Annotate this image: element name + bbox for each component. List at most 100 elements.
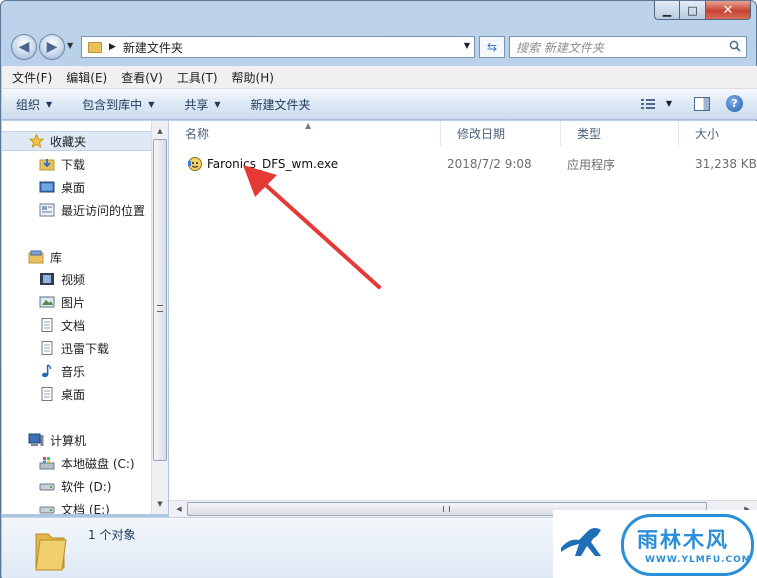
nav-scrollbar[interactable]: ▲ ▼ [151, 121, 168, 514]
chevron-down-icon: ▼ [46, 99, 53, 109]
nav-computer-label: 计算机 [50, 433, 87, 448]
search-placeholder[interactable]: 搜索 新建文件夹 [516, 39, 604, 56]
chevron-down-icon: ▼ [148, 99, 155, 109]
nav-item-drive-d[interactable]: 软件 (D:) [2, 476, 151, 496]
nav-item-label: 视频 [61, 272, 86, 287]
nav-scroll-thumb[interactable] [153, 139, 167, 461]
nav-item-videos[interactable]: 视频 [2, 269, 151, 289]
grip-icon [443, 506, 450, 512]
menu-view[interactable]: 查看(V) [121, 69, 163, 86]
forward-button[interactable]: ▶ [39, 34, 65, 60]
nav-favorites[interactable]: 收藏夹 [2, 131, 151, 151]
nav-computer[interactable]: 计算机 [2, 430, 151, 450]
menu-tools[interactable]: 工具(T) [177, 69, 218, 86]
breadcrumb-separator-icon[interactable]: ▶ [109, 42, 116, 52]
video-icon [39, 272, 55, 286]
recent-pages-dropdown[interactable]: ▼ [67, 41, 73, 50]
computer-icon [28, 433, 44, 447]
system-drive-icon [39, 456, 55, 470]
scroll-up-arrow-icon[interactable]: ▲ [152, 123, 168, 139]
nav-item-label: 文档 [61, 318, 86, 333]
back-button[interactable]: ◀ [11, 34, 37, 60]
grip-icon [157, 305, 163, 312]
address-history-dropdown[interactable]: ▼ [464, 41, 470, 50]
refresh-icon: ⇆ [486, 40, 498, 54]
view-controls: ▼ ? [640, 95, 743, 112]
menu-help[interactable]: 帮助(H) [232, 69, 274, 86]
column-headers: 名称 修改日期 类型 大小 [169, 121, 757, 146]
nav-item-label: 软件 (D:) [61, 479, 112, 494]
new-folder-button[interactable]: 新建文件夹 [251, 96, 311, 113]
nav-item-documents[interactable]: 文档 [2, 315, 151, 335]
close-button[interactable]: ✕ [706, 1, 751, 20]
maximize-button[interactable]: □ [680, 1, 706, 20]
drive-icon [39, 479, 55, 493]
forward-arrow-icon: ▶ [46, 39, 58, 55]
nav-item-label: 音乐 [61, 364, 86, 379]
nav-item-label: 桌面 [61, 180, 86, 195]
library-icon [28, 250, 44, 264]
nav-item-label: 下载 [61, 157, 86, 172]
nav-item-desktop[interactable]: 桌面 [2, 177, 151, 197]
folder-icon [88, 41, 102, 53]
menu-bar: 文件(F) 编辑(E) 查看(V) 工具(T) 帮助(H) [2, 66, 757, 89]
column-header-name[interactable]: 名称 [169, 121, 441, 146]
nav-favorites-label: 收藏夹 [50, 134, 87, 149]
nav-item-drive-c[interactable]: 本地磁盘 (C:) [2, 453, 151, 473]
menu-file[interactable]: 文件(F) [12, 69, 52, 86]
nav-item-label: 迅雷下载 [61, 341, 110, 356]
downloads-folder-icon [39, 157, 55, 171]
column-header-date[interactable]: 修改日期 [441, 121, 561, 146]
scroll-left-arrow-icon[interactable]: ◀ [171, 501, 187, 517]
share-button[interactable]: 共享 ▼ [184, 96, 220, 113]
nav-item-label: 桌面 [61, 387, 86, 402]
explorer-window: ▁ □ ✕ ◀ ▶ ▼ ▶ 新建文件夹 ▼ ⇆ 搜索 新建文件夹 文件(F) 编… [0, 0, 757, 578]
watermark-logo: 雨林木风 WWW.YLMFU.COM [553, 510, 757, 578]
file-type: 应用程序 [567, 157, 616, 172]
nav-item-music[interactable]: 音乐 [2, 361, 151, 381]
address-row: ◀ ▶ ▼ ▶ 新建文件夹 ▼ ⇆ 搜索 新建文件夹 [9, 31, 750, 61]
nav-libraries-label: 库 [50, 250, 63, 265]
window-caption-buttons: ▁ □ ✕ [654, 1, 751, 21]
search-icon[interactable] [729, 40, 741, 52]
help-icon[interactable]: ? [726, 95, 743, 112]
menu-edit[interactable]: 编辑(E) [66, 69, 107, 86]
nav-item-library-desktop[interactable]: 桌面 [2, 384, 151, 404]
include-library-button[interactable]: 包含到库中 ▼ [82, 96, 154, 113]
minimize-button[interactable]: ▁ [654, 1, 680, 20]
column-header-type[interactable]: 类型 [561, 121, 679, 146]
view-options-icon[interactable] [640, 97, 656, 111]
organize-button[interactable]: 组织 ▼ [16, 96, 52, 113]
chevron-down-icon: ▼ [214, 99, 221, 109]
share-label: 共享 [184, 97, 209, 112]
address-path[interactable]: 新建文件夹 [123, 39, 183, 56]
nav-item-drive-e[interactable]: 文档 (E:) [2, 499, 151, 514]
watermark-url: WWW.YLMFU.COM [645, 555, 752, 565]
nav-libraries[interactable]: 库 [2, 247, 151, 267]
nav-item-thunder-downloads[interactable]: 迅雷下载 [2, 338, 151, 358]
drive-icon [39, 502, 55, 514]
document-icon [39, 341, 55, 355]
watermark-text: 雨林木风 [637, 528, 729, 552]
nav-item-downloads[interactable]: 下载 [2, 154, 151, 174]
search-input[interactable]: 搜索 新建文件夹 [509, 36, 747, 58]
nav-item-label: 本地磁盘 (C:) [61, 456, 135, 471]
installer-exe-icon [188, 157, 202, 171]
file-row[interactable]: Faronics_DFS_wm.exe 2018/7/2 9:08 应用程序 3… [169, 153, 757, 175]
preview-pane-icon[interactable] [694, 96, 710, 111]
file-size: 31,238 KB [695, 157, 757, 171]
recent-places-icon [39, 203, 55, 217]
nav-item-label: 最近访问的位置 [61, 203, 146, 218]
view-dropdown[interactable]: ▼ [666, 99, 672, 108]
desktop-icon [39, 180, 55, 194]
scroll-down-arrow-icon[interactable]: ▼ [152, 496, 168, 512]
address-bar[interactable]: ▶ 新建文件夹 ▼ [81, 36, 475, 58]
refresh-button[interactable]: ⇆ [479, 36, 505, 58]
item-count: 1 个对象 [88, 528, 136, 542]
file-name[interactable]: Faronics_DFS_wm.exe [207, 157, 447, 171]
nav-item-pictures[interactable]: 图片 [2, 292, 151, 312]
nav-item-recent-places[interactable]: 最近访问的位置 [2, 200, 151, 220]
music-note-icon [39, 364, 55, 378]
organize-label: 组织 [16, 97, 41, 112]
column-header-size[interactable]: 大小 [679, 121, 757, 146]
